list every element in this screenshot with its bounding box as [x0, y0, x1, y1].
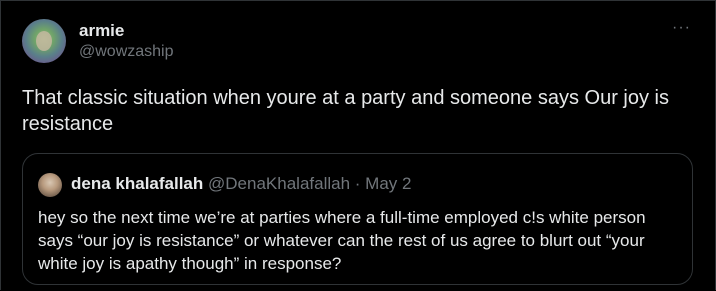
quoted-author-handle[interactable]: @DenaKhalafallah — [208, 174, 350, 193]
author-display-name[interactable]: armie — [79, 21, 124, 41]
author-handle[interactable]: @wowzaship — [79, 43, 174, 61]
quoted-tweet-text: hey so the next time we’re at parties wh… — [38, 208, 646, 273]
tweet-text: That classic situation when youre at a p… — [22, 87, 669, 135]
quoted-tweet[interactable]: dena khalafallah @DenaKhalafallah · May … — [22, 153, 693, 285]
avatar-face — [36, 31, 52, 51]
author-avatar[interactable] — [22, 19, 66, 63]
tweet-card: armie @wowzaship ··· That classic situat… — [0, 0, 716, 290]
quoted-tweet-date[interactable]: May 2 — [365, 174, 411, 193]
quoted-tweet-header: dena khalafallah @DenaKhalafallah · May … — [71, 174, 411, 194]
more-options-icon[interactable]: ··· — [672, 19, 691, 37]
quoted-author-avatar[interactable] — [38, 173, 62, 197]
quoted-author-display-name[interactable]: dena khalafallah — [71, 174, 203, 193]
meta-separator: · — [350, 174, 366, 193]
